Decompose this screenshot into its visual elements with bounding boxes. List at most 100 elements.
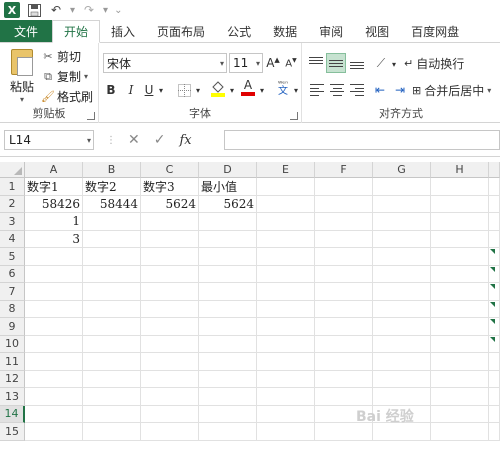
cell-filler[interactable] bbox=[489, 370, 500, 388]
underline-dropdown-icon[interactable]: ▾ bbox=[156, 81, 166, 99]
cell-d12[interactable] bbox=[199, 370, 257, 388]
row-header-1[interactable]: 1 bbox=[0, 178, 25, 196]
row-header-10[interactable]: 10 bbox=[0, 335, 25, 353]
align-right-button[interactable] bbox=[349, 81, 365, 99]
row-header-6[interactable]: 6 bbox=[0, 265, 25, 283]
cell-e11[interactable] bbox=[257, 353, 315, 371]
column-header-e[interactable]: E bbox=[257, 162, 315, 178]
cell-b4[interactable] bbox=[83, 230, 141, 248]
cell-b2[interactable]: 58444 bbox=[83, 195, 141, 213]
formula-input[interactable] bbox=[224, 130, 500, 150]
cell-g12[interactable] bbox=[373, 370, 431, 388]
bold-button[interactable]: B bbox=[104, 81, 118, 99]
cell-filler[interactable] bbox=[489, 388, 500, 406]
cell-g5[interactable] bbox=[373, 248, 431, 266]
cell-a9[interactable] bbox=[25, 318, 83, 336]
cell-c14[interactable] bbox=[141, 405, 199, 423]
cell-a10[interactable] bbox=[25, 335, 83, 353]
cell-h9[interactable] bbox=[431, 318, 489, 336]
cell-d8[interactable] bbox=[199, 300, 257, 318]
cell-a8[interactable] bbox=[25, 300, 83, 318]
cell-filler[interactable] bbox=[489, 230, 500, 248]
cell-a14[interactable] bbox=[25, 405, 83, 423]
cell-c2[interactable]: 5624 bbox=[141, 195, 199, 213]
copy-dropdown-icon[interactable]: ▾ bbox=[84, 72, 90, 81]
tab-formulas[interactable]: 公式 bbox=[216, 20, 262, 42]
worksheet-grid[interactable]: A B C D E F G H 1 数字1 数字2 数字3 最小值 2 58426 58444 5624 5624… bbox=[0, 162, 500, 450]
cell-h11[interactable] bbox=[431, 353, 489, 371]
cell-e1[interactable] bbox=[257, 178, 315, 196]
cell-h6[interactable] bbox=[431, 265, 489, 283]
cell-a15[interactable] bbox=[25, 423, 83, 441]
cell-f2[interactable] bbox=[315, 195, 373, 213]
column-header-f[interactable]: F bbox=[315, 162, 373, 178]
cell-h8[interactable] bbox=[431, 300, 489, 318]
tab-view[interactable]: 视图 bbox=[354, 20, 400, 42]
font-name-select[interactable]: 宋体 ▾ bbox=[103, 53, 227, 73]
cell-c8[interactable] bbox=[141, 300, 199, 318]
tab-baidu-netdisk[interactable]: 百度网盘 bbox=[400, 20, 470, 42]
cell-a12[interactable] bbox=[25, 370, 83, 388]
cell-h1[interactable] bbox=[431, 178, 489, 196]
cell-f9[interactable] bbox=[315, 318, 373, 336]
cell-e12[interactable] bbox=[257, 370, 315, 388]
row-header-11[interactable]: 11 bbox=[0, 353, 25, 371]
cell-filler[interactable] bbox=[489, 213, 500, 231]
cell-e8[interactable] bbox=[257, 300, 315, 318]
cell-c4[interactable] bbox=[141, 230, 199, 248]
underline-button[interactable]: U bbox=[142, 81, 156, 99]
cell-c12[interactable] bbox=[141, 370, 199, 388]
redo-dropdown-icon[interactable]: ▾ bbox=[103, 5, 108, 16]
cell-d2[interactable]: 5624 bbox=[199, 195, 257, 213]
cell-a3[interactable]: 1 bbox=[25, 213, 83, 231]
cell-c11[interactable] bbox=[141, 353, 199, 371]
tab-page-layout[interactable]: 页面布局 bbox=[146, 20, 216, 42]
cell-e4[interactable] bbox=[257, 230, 315, 248]
cell-d4[interactable] bbox=[199, 230, 257, 248]
cell-f10[interactable] bbox=[315, 335, 373, 353]
increase-indent-button[interactable]: ⇥ bbox=[392, 81, 408, 99]
undo-icon[interactable]: ↶ bbox=[48, 2, 64, 18]
row-header-9[interactable]: 9 bbox=[0, 318, 25, 336]
border-button[interactable] bbox=[176, 81, 192, 99]
row-header-8[interactable]: 8 bbox=[0, 300, 25, 318]
cell-g11[interactable] bbox=[373, 353, 431, 371]
cell-b6[interactable] bbox=[83, 265, 141, 283]
orientation-button[interactable]: ⟋ bbox=[372, 54, 390, 72]
cell-f1[interactable] bbox=[315, 178, 373, 196]
cell-d3[interactable] bbox=[199, 213, 257, 231]
merge-center-button[interactable]: ⊞ 合并后居中 ▾ bbox=[412, 81, 498, 99]
undo-dropdown-icon[interactable]: ▾ bbox=[70, 5, 75, 16]
column-header-d[interactable]: D bbox=[199, 162, 257, 178]
row-header-13[interactable]: 13 bbox=[0, 388, 25, 406]
font-size-dropdown-icon[interactable]: ▾ bbox=[256, 59, 262, 68]
cell-h15[interactable] bbox=[431, 423, 489, 441]
save-icon[interactable] bbox=[26, 2, 42, 18]
row-header-14[interactable]: 14 bbox=[0, 405, 25, 423]
cell-filler[interactable] bbox=[489, 405, 500, 423]
font-size-select[interactable]: 11 ▾ bbox=[229, 53, 263, 73]
cell-e2[interactable] bbox=[257, 195, 315, 213]
font-color-button[interactable]: A bbox=[240, 78, 256, 96]
cut-button[interactable]: ✂ 剪切 bbox=[42, 48, 81, 65]
cell-f8[interactable] bbox=[315, 300, 373, 318]
cell-f13[interactable] bbox=[315, 388, 373, 406]
cell-a1[interactable]: 数字1 bbox=[25, 178, 83, 196]
cell-c5[interactable] bbox=[141, 248, 199, 266]
cell-h2[interactable] bbox=[431, 195, 489, 213]
cell-g2[interactable] bbox=[373, 195, 431, 213]
row-header-3[interactable]: 3 bbox=[0, 213, 25, 231]
cell-d6[interactable] bbox=[199, 265, 257, 283]
fill-color-button[interactable] bbox=[210, 79, 226, 97]
cell-g7[interactable] bbox=[373, 283, 431, 301]
cell-c1[interactable]: 数字3 bbox=[141, 178, 199, 196]
cell-b1[interactable]: 数字2 bbox=[83, 178, 141, 196]
cell-e7[interactable] bbox=[257, 283, 315, 301]
cell-d9[interactable] bbox=[199, 318, 257, 336]
cell-d7[interactable] bbox=[199, 283, 257, 301]
cell-b15[interactable] bbox=[83, 423, 141, 441]
font-name-dropdown-icon[interactable]: ▾ bbox=[220, 59, 226, 68]
name-box[interactable]: L14 ▾ bbox=[4, 130, 94, 150]
row-header-5[interactable]: 5 bbox=[0, 248, 25, 266]
tab-file[interactable]: 文件 bbox=[0, 20, 53, 42]
